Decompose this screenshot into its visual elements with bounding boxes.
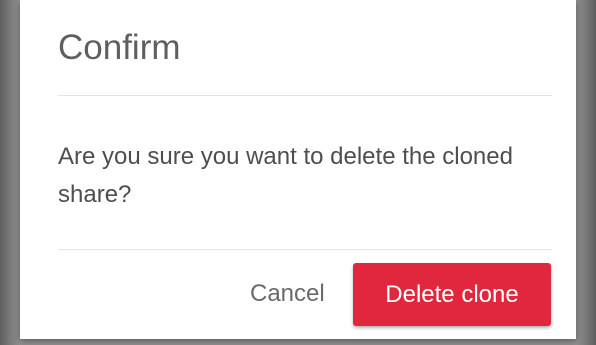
delete-clone-button[interactable]: Delete clone (353, 263, 551, 326)
cancel-button[interactable]: Cancel (250, 272, 325, 316)
dialog-footer: Cancel Delete clone (58, 260, 552, 328)
dialog-title: Confirm (58, 28, 181, 67)
dialog-header: Confirm (58, 26, 552, 96)
dialog-body: Are you sure you want to delete the clon… (58, 138, 538, 214)
footer-divider (58, 249, 552, 250)
confirm-dialog: Confirm Are you sure you want to delete … (20, 0, 576, 339)
dialog-message: Are you sure you want to delete the clon… (58, 143, 513, 208)
